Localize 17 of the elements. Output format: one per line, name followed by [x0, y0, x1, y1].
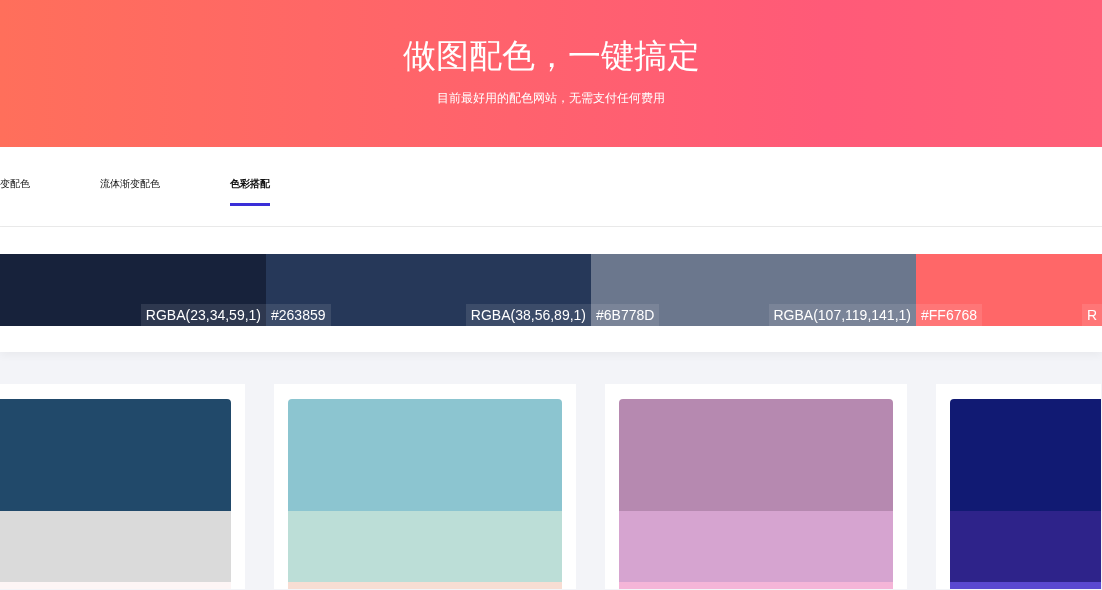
tab[interactable]: 变配色	[0, 177, 30, 206]
color-swatch[interactable]: #6B778D RGBA(107,119,141,1)	[591, 254, 916, 326]
palette-card[interactable]	[936, 384, 1101, 589]
rgba-code: RGBA(23,34,59,1)	[140, 304, 266, 326]
rgba-code: RGBA(107,119,141,1)	[768, 304, 916, 326]
tab[interactable]: 流体渐变配色	[100, 177, 160, 206]
color-swatch[interactable]: RGBA(23,34,59,1)	[0, 254, 266, 326]
color-swatch[interactable]: #263859 RGBA(38,56,89,1)	[266, 254, 591, 326]
hex-code: #6B778D	[591, 304, 660, 326]
tab[interactable]: 色彩搭配	[230, 177, 270, 206]
rgba-code: RGBA(38,56,89,1)	[465, 304, 591, 326]
palette-card[interactable]	[0, 384, 245, 589]
hex-code: #FF6768	[916, 304, 983, 326]
hex-code: #263859	[266, 304, 331, 326]
hero-subtitle: 目前最好用的配色网站，无需支付任何费用	[437, 90, 665, 107]
hero-title: 做图配色，一键搞定	[402, 36, 700, 76]
rgba-code: R	[1081, 304, 1102, 326]
